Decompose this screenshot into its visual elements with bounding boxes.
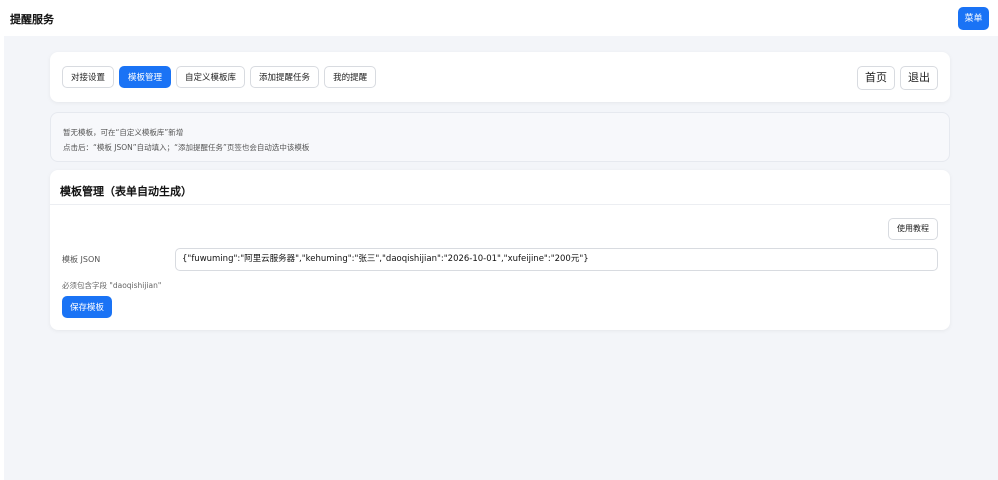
tab-bar: 对接设置 模板管理 自定义模板库 添加提醒任务 我的提醒 — [62, 66, 377, 88]
template-management-card: 模板管理（表单自动生成） 使用教程 模板 JSON {"fuwuming":"阿… — [50, 170, 950, 330]
nav-actions: 首页 退出 — [857, 66, 938, 90]
menu-button[interactable]: 菜单 — [958, 7, 989, 30]
info-empty-message: 暂无模板，可在“自定义模板库”新增 — [63, 128, 184, 137]
app-title: 提醒服务 — [10, 13, 54, 26]
template-json-label: 模板 JSON — [62, 255, 101, 264]
info-instructions: 点击后：“模板 JSON”自动填入；“添加提醒任务”页签也会自动选中该模板 — [63, 143, 310, 152]
section-title: 模板管理（表单自动生成） — [60, 185, 192, 198]
top-bar: 提醒服务 菜单 — [0, 0, 998, 36]
home-button[interactable]: 首页 — [857, 66, 895, 90]
required-field-hint: 必须包含字段 "daoqishijian" — [62, 281, 162, 290]
tab-custom-template-library[interactable]: 自定义模板库 — [176, 66, 246, 88]
tutorial-button[interactable]: 使用教程 — [888, 218, 938, 240]
nav-card: 对接设置 模板管理 自定义模板库 添加提醒任务 我的提醒 首页 退出 — [50, 52, 950, 102]
save-template-button[interactable]: 保存模板 — [62, 296, 113, 318]
tab-template-management[interactable]: 模板管理 — [119, 66, 172, 88]
logout-button[interactable]: 退出 — [900, 66, 938, 90]
tab-my-reminders[interactable]: 我的提醒 — [324, 66, 377, 88]
template-json-input[interactable]: {"fuwuming":"阿里云服务器","kehuming":"张三","da… — [175, 248, 938, 271]
tab-add-reminder-task[interactable]: 添加提醒任务 — [250, 66, 320, 88]
left-edge — [0, 36, 4, 480]
tab-integration-settings[interactable]: 对接设置 — [62, 66, 115, 88]
info-panel: 暂无模板，可在“自定义模板库”新增 点击后：“模板 JSON”自动填入；“添加提… — [50, 112, 950, 162]
divider — [50, 204, 950, 205]
